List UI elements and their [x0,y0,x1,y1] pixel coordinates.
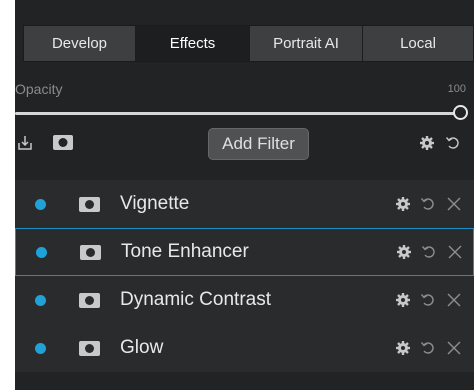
mask-icon[interactable] [79,292,100,308]
reset-icon[interactable] [420,196,436,212]
gear-icon[interactable] [419,135,435,151]
opacity-slider[interactable] [15,112,458,115]
export-icon[interactable] [17,135,33,151]
enabled-indicator[interactable] [35,294,46,306]
filter-row[interactable]: Tone Enhancer [15,228,474,276]
reset-icon[interactable] [421,244,437,260]
tab-local[interactable]: Local [363,26,473,61]
reset-icon[interactable] [445,135,461,151]
enabled-indicator[interactable] [36,246,47,258]
tab-develop[interactable]: Develop [24,26,136,61]
mask-icon[interactable] [79,196,100,212]
close-icon[interactable] [446,340,462,356]
opacity-slider-thumb[interactable] [453,105,468,120]
close-icon[interactable] [447,244,463,260]
filter-row[interactable]: Glow [15,324,474,372]
mask-icon[interactable] [53,135,73,150]
tab-effects[interactable]: Effects [136,26,250,61]
gear-icon[interactable] [396,244,412,260]
close-icon[interactable] [446,292,462,308]
filter-name: Tone Enhancer [121,241,249,262]
gear-icon[interactable] [395,340,411,356]
opacity-value: 100 [447,83,466,95]
filter-row[interactable]: Vignette [15,180,474,228]
filter-name: Glow [120,337,164,358]
add-filter-button[interactable]: Add Filter [208,128,309,160]
module-tabs: Develop Effects Portrait AI Local [23,25,474,62]
close-icon[interactable] [446,196,462,212]
filter-name: Dynamic Contrast [120,289,271,310]
opacity-label: Opacity [15,81,63,97]
mask-icon[interactable] [79,340,100,356]
reset-icon[interactable] [420,292,436,308]
filter-name: Vignette [120,193,190,214]
gear-icon[interactable] [395,196,411,212]
filter-row[interactable]: Dynamic Contrast [15,276,474,324]
effects-panel: Develop Effects Portrait AI Local Opacit… [15,0,474,390]
mask-icon[interactable] [80,244,101,260]
enabled-indicator[interactable] [35,342,46,354]
tab-portrait-ai[interactable]: Portrait AI [250,26,363,61]
reset-icon[interactable] [420,340,436,356]
gear-icon[interactable] [395,292,411,308]
enabled-indicator[interactable] [35,198,46,210]
